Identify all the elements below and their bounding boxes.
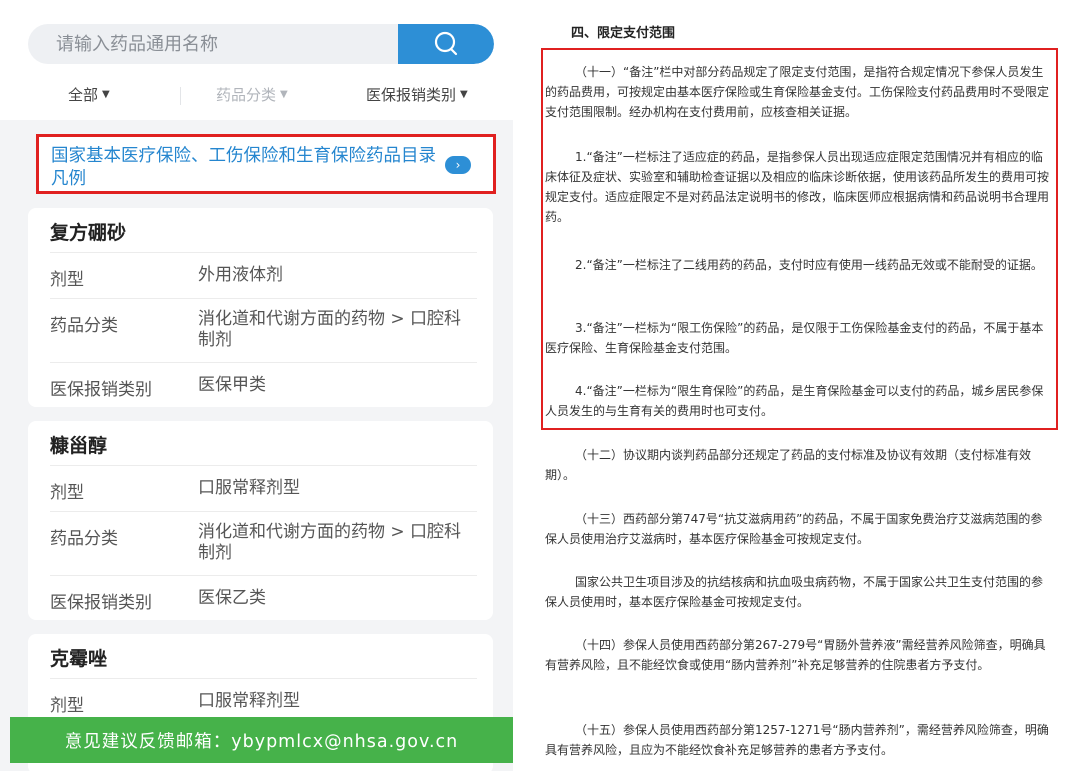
drug-card[interactable]: 糠甾醇 剂型 口服常释剂型 药品分类 消化道和代谢方面的药物 > 口腔科制剂 医… xyxy=(28,421,493,620)
row-value: 医保乙类 xyxy=(198,588,266,608)
filter-label: 药品分类 xyxy=(216,86,277,104)
filter-divider xyxy=(180,87,181,105)
panel-divider xyxy=(513,0,535,771)
row-label: 剂型 xyxy=(50,696,84,716)
paragraph-11-item-4: 4.“备注”一栏标为“限生育保险”的药品，是生育保险基金可以支付的药品，城乡居民… xyxy=(545,384,1044,418)
filter-label: 医保报销类别 xyxy=(366,86,457,104)
chevron-right-icon: › xyxy=(445,156,471,174)
drug-row-dosage-form: 剂型 口服常释剂型 xyxy=(50,465,477,512)
filter-drug-category[interactable]: 药品分类 ▼ xyxy=(216,84,288,105)
row-label: 药品分类 xyxy=(50,529,118,549)
drug-row-category: 药品分类 消化道和代谢方面的药物 > 口腔科制剂 xyxy=(50,511,477,576)
row-value: 外用液体剂 xyxy=(198,265,283,285)
notice-text: 国家基本医疗保险、工伤保险和生育保险药品目录凡例 xyxy=(51,146,436,189)
drug-name: 糠甾醇 xyxy=(50,435,108,457)
section-heading: 四、限定支付范围 xyxy=(571,26,676,41)
caret-down-icon: ▼ xyxy=(102,89,110,100)
paragraph-11-item-2: 2.“备注”一栏标注了二线用药的药品，支付时应有使用一线药品无效或不能耐受的证据… xyxy=(575,258,1043,272)
top-bar: 全部 ▼ 药品分类 ▼ 医保报销类别 ▼ xyxy=(0,0,513,120)
row-value: 口服常释剂型 xyxy=(198,691,300,711)
caret-down-icon: ▼ xyxy=(460,89,468,100)
catalog-notice-link[interactable]: 国家基本医疗保险、工伤保险和生育保险药品目录凡例 › xyxy=(36,134,496,194)
filter-bar: 全部 ▼ 药品分类 ▼ 医保报销类别 ▼ xyxy=(0,84,513,108)
row-value: 消化道和代谢方面的药物 > 口腔科制剂 xyxy=(198,309,462,350)
filter-reimbursement-type[interactable]: 医保报销类别 ▼ xyxy=(366,84,468,105)
drug-row-reimbursement: 医保报销类别 医保甲类 xyxy=(50,362,477,407)
search-icon xyxy=(434,31,458,56)
catalog-document: 四、限定支付范围 （十一）“备注”栏中对部分药品规定了限定支付范围，是指符合规定… xyxy=(535,0,1080,771)
search-button[interactable] xyxy=(398,24,494,64)
row-label: 剂型 xyxy=(50,483,84,503)
drug-row-reimbursement: 医保报销类别 医保乙类 xyxy=(50,575,477,620)
paragraph-11: （十一）“备注”栏中对部分药品规定了限定支付范围，是指符合规定情况下参保人员发生… xyxy=(545,65,1050,119)
drug-row-dosage-form: 剂型 外用液体剂 xyxy=(50,252,477,299)
search-bar xyxy=(28,24,494,64)
row-label: 药品分类 xyxy=(50,316,118,336)
row-value: 口服常释剂型 xyxy=(198,478,300,498)
row-value: 医保甲类 xyxy=(198,375,266,395)
paragraph-11-item-3: 3.“备注”一栏标为“限工伤保险”的药品，是仅限于工伤保险基金支付的药品，不属于… xyxy=(545,321,1044,355)
drug-name: 克霉唑 xyxy=(50,648,108,670)
paragraph-15: （十五）参保人员使用西药部分第1257-1271号“肠内营养剂”，需经营养风险筛… xyxy=(545,723,1049,757)
caret-down-icon: ▼ xyxy=(280,89,288,100)
drug-catalog-app: 全部 ▼ 药品分类 ▼ 医保报销类别 ▼ 国家基本医疗保险、工伤保险和生育保险药… xyxy=(0,0,513,771)
row-label: 剂型 xyxy=(50,270,84,290)
filter-all[interactable]: 全部 ▼ xyxy=(68,84,110,105)
paragraph-public-health: 国家公共卫生项目涉及的抗结核病和抗血吸虫病药物，不属于国家公共卫生支付范围的参保… xyxy=(545,575,1044,609)
feedback-email-bar[interactable]: 意见建议反馈邮箱：ybypmlcx@nhsa.gov.cn xyxy=(10,717,513,763)
filter-label: 全部 xyxy=(68,86,99,104)
drug-card[interactable]: 复方硼砂 剂型 外用液体剂 药品分类 消化道和代谢方面的药物 > 口腔科制剂 医… xyxy=(28,208,493,407)
row-label: 医保报销类别 xyxy=(50,593,152,613)
row-value: 消化道和代谢方面的药物 > 口腔科制剂 xyxy=(198,522,462,563)
drug-row-category: 药品分类 消化道和代谢方面的药物 > 口腔科制剂 xyxy=(50,298,477,363)
paragraph-12: （十二）协议期内谈判药品部分还规定了药品的支付标准及协议有效期（支付标准有效期）… xyxy=(545,448,1032,482)
paragraph-14: （十四）参保人员使用西药部分第267-279号“胃肠外营养液”需经营养风险筛查，… xyxy=(545,638,1046,672)
row-label: 医保报销类别 xyxy=(50,380,152,400)
paragraph-11-item-1: 1.“备注”一栏标注了适应症的药品，是指参保人员出现适应症限定范围情况并有相应的… xyxy=(545,150,1050,224)
drug-name: 复方硼砂 xyxy=(50,222,127,244)
search-input[interactable] xyxy=(28,24,398,64)
paragraph-13: （十三）西药部分第747号“抗艾滋病用药”的药品，不属于国家免费治疗艾滋病范围的… xyxy=(545,512,1043,546)
